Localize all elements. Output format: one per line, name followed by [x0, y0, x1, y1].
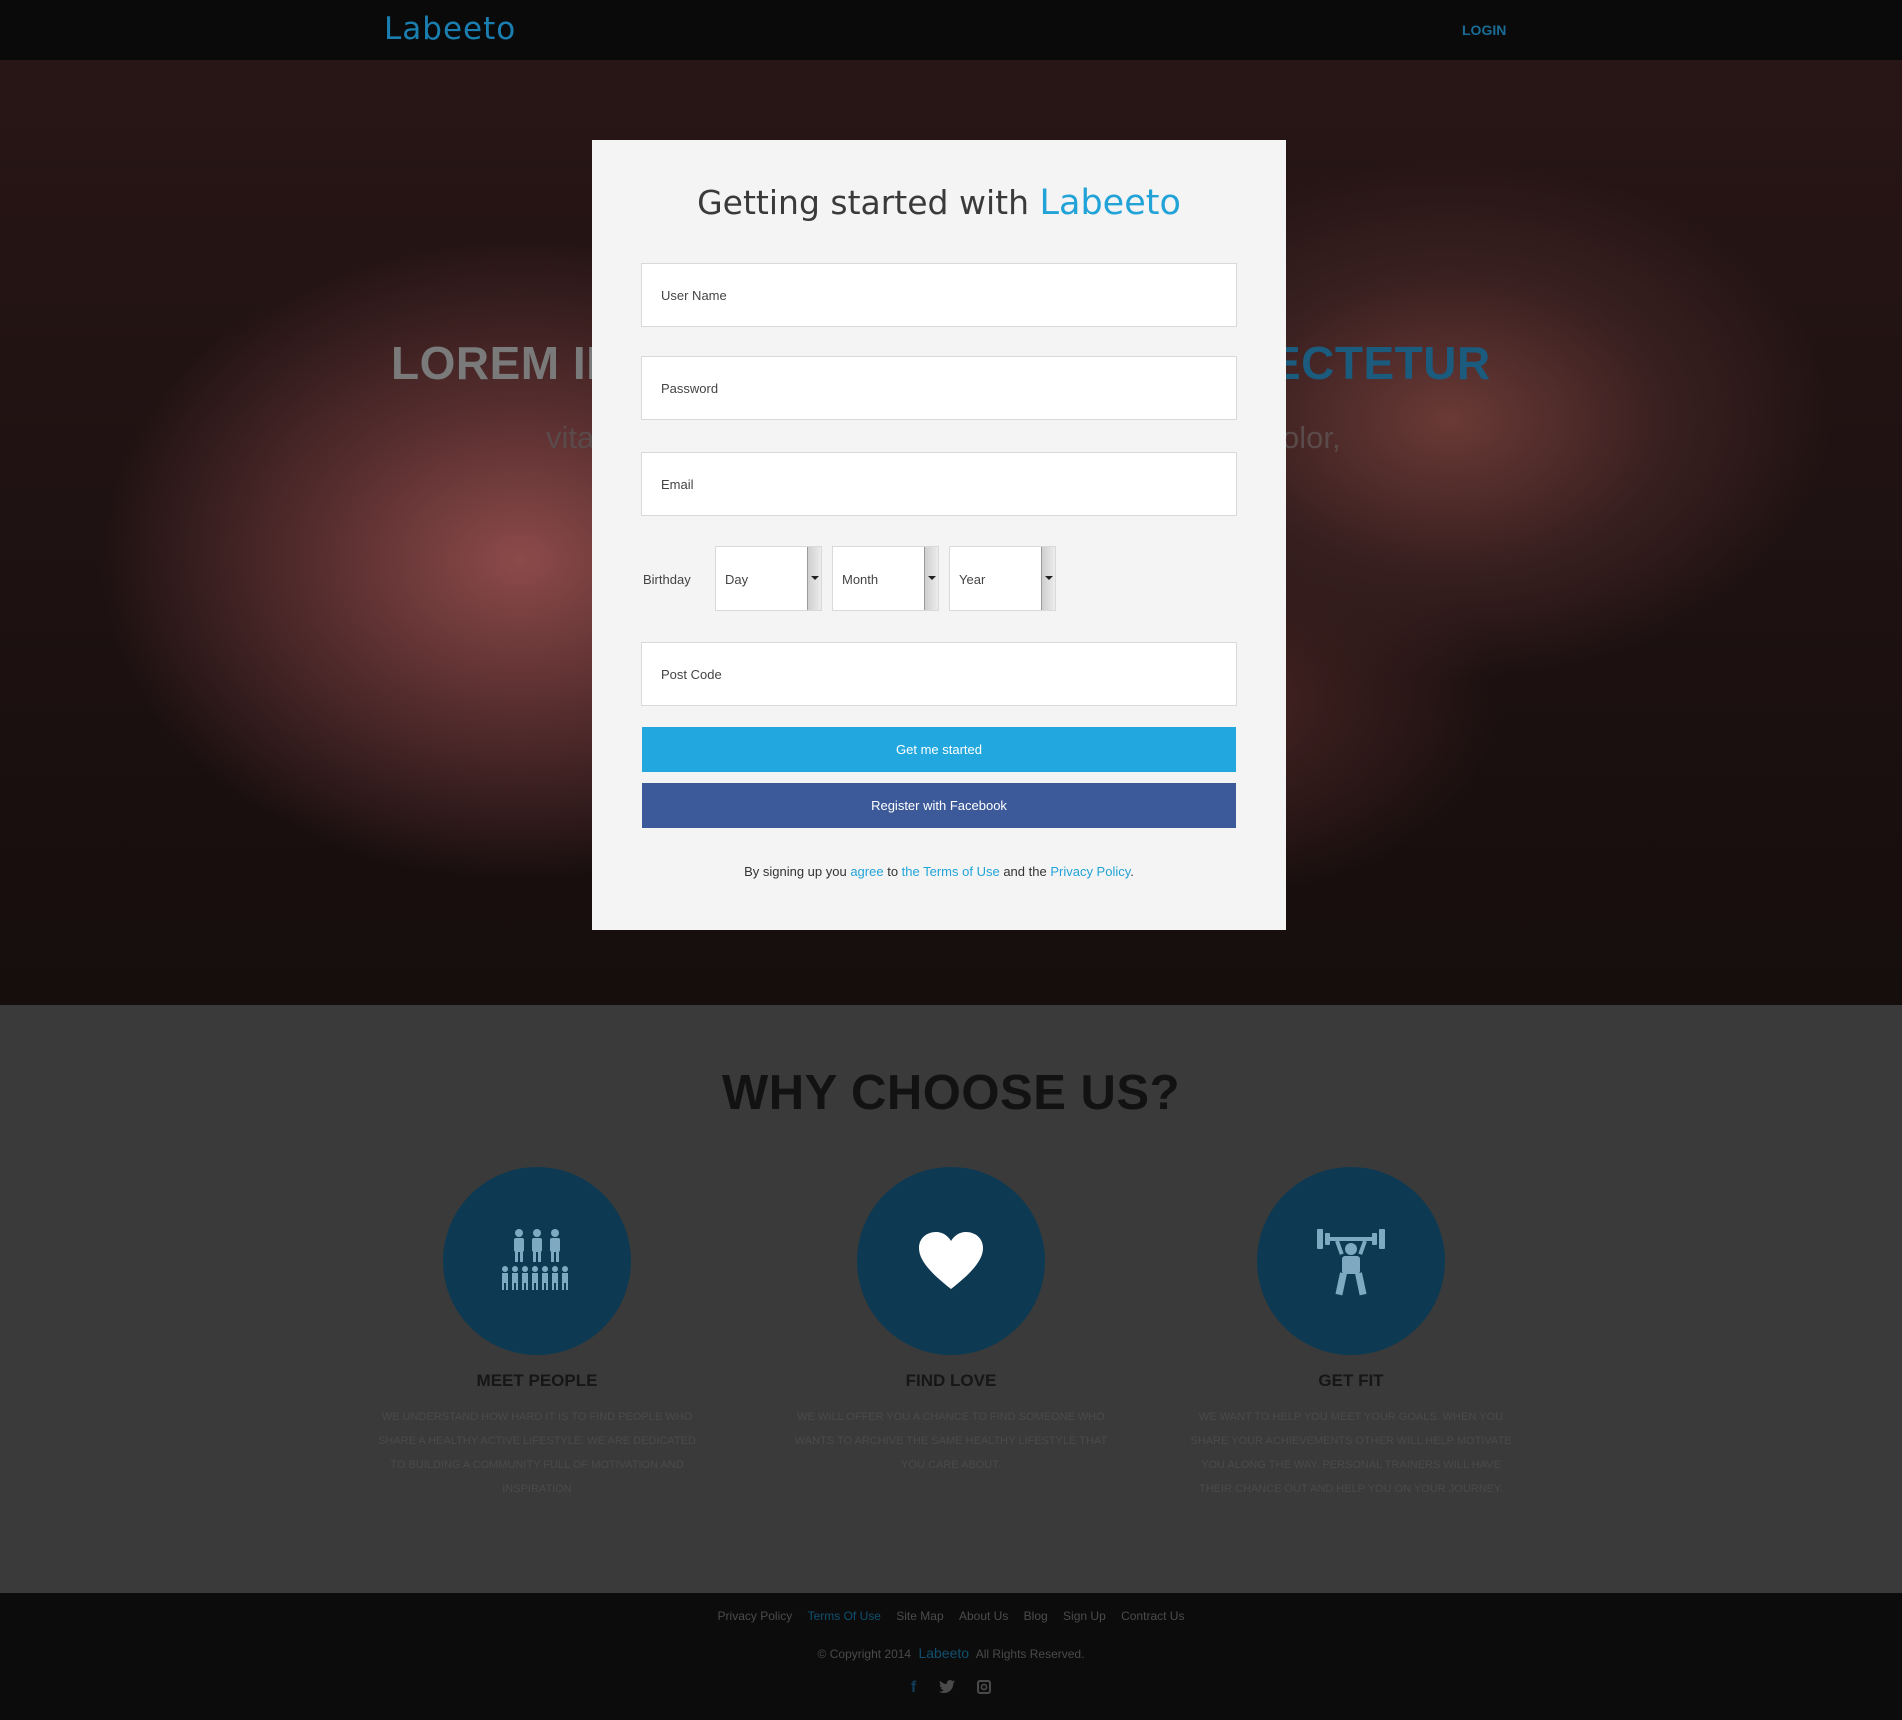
day-select-value: Day: [725, 572, 749, 587]
footer-link-terms-of-use[interactable]: Terms Of Use: [808, 1609, 881, 1623]
footer-link-about-us[interactable]: About Us: [959, 1609, 1008, 1623]
year-select[interactable]: Year: [949, 546, 1056, 611]
signup-modal: Getting started with Labeeto Birthday Da…: [592, 140, 1286, 930]
email-field[interactable]: [641, 452, 1237, 516]
feature-circle: [1257, 1167, 1445, 1355]
twitter-icon[interactable]: [938, 1680, 955, 1696]
feature-title: MEET PEOPLE: [476, 1371, 598, 1390]
postcode-field[interactable]: [641, 642, 1237, 706]
feature-circle: [857, 1167, 1045, 1355]
copyright-prefix: © Copyright 2014: [817, 1647, 912, 1661]
month-select-value: Month: [842, 572, 879, 587]
month-select[interactable]: Month: [832, 546, 939, 611]
instagram-icon[interactable]: [977, 1679, 992, 1697]
modal-title: Getting started with Labeeto: [592, 183, 1286, 223]
chevron-down-icon: [1041, 547, 1055, 610]
feature-title: GET FIT: [1318, 1371, 1384, 1390]
hero-subtitle-right: olor,: [1282, 420, 1341, 455]
terms-period: .: [1130, 864, 1134, 879]
hero-headline-left: LOREM II: [391, 337, 600, 389]
feature-meet-people: MEET PEOPLE WE UNDERSTAND HOW HARD IT IS…: [367, 1167, 707, 1501]
footer-social: f: [0, 1679, 1902, 1697]
footer-links: Privacy Policy Terms Of Use Site Map Abo…: [0, 1609, 1902, 1623]
terms-of-use-link[interactable]: the Terms of Use: [902, 864, 1000, 879]
facebook-icon[interactable]: f: [911, 1679, 916, 1697]
privacy-policy-link[interactable]: Privacy Policy: [1050, 864, 1130, 879]
terms-prefix: By signing up you: [744, 864, 847, 879]
brand-logo[interactable]: Labeeto: [384, 11, 516, 47]
feature-description: WE WANT TO HELP YOU MEET YOUR GOALS. WHE…: [1190, 1411, 1512, 1495]
heart-icon: [919, 1232, 983, 1289]
top-navbar: Labeeto LOGIN: [0, 0, 1902, 60]
footer-link-sign-up[interactable]: Sign Up: [1063, 1609, 1106, 1623]
feature-title: FIND LOVE: [905, 1371, 997, 1390]
agree-link[interactable]: agree: [850, 864, 883, 879]
hero-headline-right: ECTETUR: [1270, 337, 1491, 389]
footer-link-contact-us[interactable]: Contract Us: [1121, 1609, 1184, 1623]
feature-circle: [443, 1167, 631, 1355]
footer-copyright: © Copyright 2014 Labeeto All Rights Rese…: [0, 1645, 1902, 1661]
footer-link-site-map[interactable]: Site Map: [896, 1609, 943, 1623]
chevron-down-icon: [924, 547, 938, 610]
people-icon: [502, 1229, 568, 1290]
copyright-suffix: All Rights Reserved.: [975, 1647, 1085, 1661]
feature-description: WE UNDERSTAND HOW HARD IT IS TO FIND PEO…: [378, 1411, 696, 1495]
login-link[interactable]: LOGIN: [1462, 22, 1506, 38]
year-select-value: Year: [959, 572, 986, 587]
day-select[interactable]: Day: [715, 546, 822, 611]
birthday-label: Birthday: [643, 572, 691, 587]
footer-link-privacy-policy[interactable]: Privacy Policy: [718, 1609, 793, 1623]
footer-link-blog[interactable]: Blog: [1024, 1609, 1048, 1623]
footer: Privacy Policy Terms Of Use Site Map Abo…: [0, 1593, 1902, 1720]
username-field[interactable]: [641, 263, 1237, 327]
chevron-down-icon: [807, 547, 821, 610]
modal-title-text: Getting started with: [697, 183, 1029, 222]
terms-and: and the: [1003, 864, 1047, 879]
hero-subtitle-left: vita: [546, 420, 595, 455]
weightlifter-icon: [1317, 1229, 1385, 1296]
password-field[interactable]: [641, 356, 1237, 420]
terms-to: to: [887, 864, 899, 879]
section-title: WHY CHOOSE US?: [721, 1066, 1181, 1120]
why-choose-us-section: WHY CHOOSE US? MEET PEOPLE WE UNDERSTAND…: [0, 1005, 1902, 1593]
get-started-button[interactable]: Get me started: [642, 727, 1236, 772]
feature-description: WE WILL OFFER YOU A CHANCE TO FIND SOMEO…: [794, 1411, 1108, 1471]
modal-title-brand: Labeeto: [1039, 183, 1181, 223]
feature-get-fit: GET FIT WE WANT TO HELP YOU MEET YOUR GO…: [1181, 1167, 1521, 1501]
feature-find-love: FIND LOVE WE WILL OFFER YOU A CHANCE TO …: [781, 1167, 1121, 1477]
copyright-brand: Labeeto: [918, 1645, 970, 1661]
terms-notice: By signing up you agree to the Terms of …: [592, 864, 1286, 879]
register-facebook-button[interactable]: Register with Facebook: [642, 783, 1236, 828]
